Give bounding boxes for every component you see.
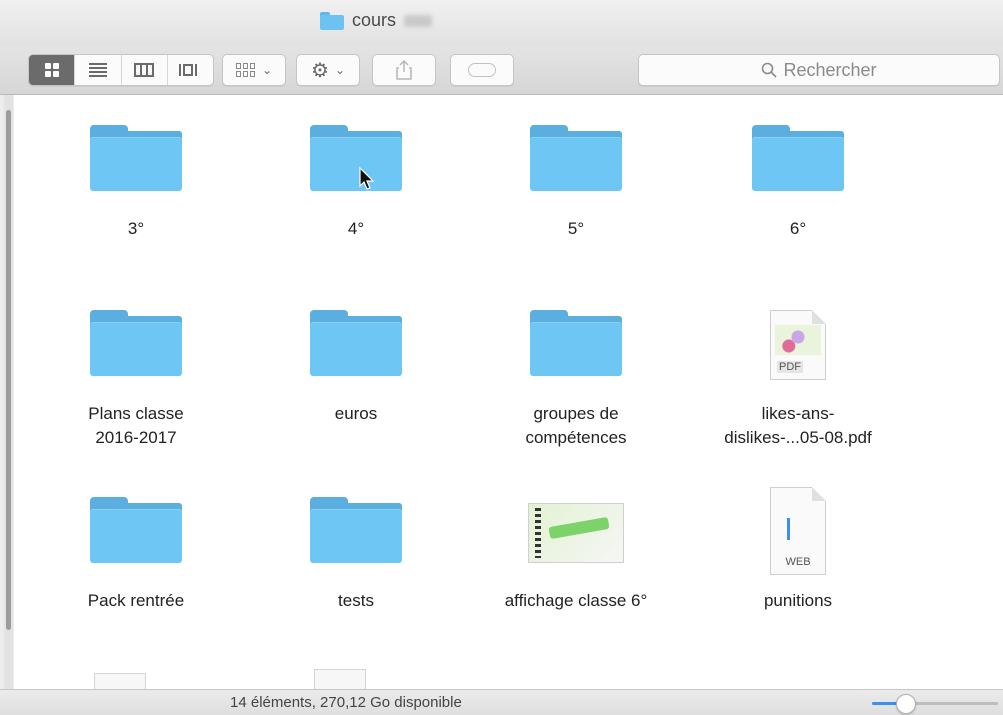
window-title-text: cours [352,10,397,30]
item-label: punitions [708,589,888,613]
web-file-item[interactable]: WEB punitions [708,487,888,613]
item-label: Plans classe 2016-2017 [46,402,226,450]
item-label: 3° [46,217,226,241]
item-label: groupes de compétences [486,402,666,450]
folder-icon [306,125,406,201]
cover-flow-icon [179,63,201,77]
folder-item[interactable]: euros [266,310,446,426]
item-label-line: dislikes-...05-08.pdf [724,428,872,447]
title-bar: cours [0,0,1003,46]
item-label-line: Plans classe [88,404,184,423]
item-label-line: 5° [567,219,585,238]
item-label-line: punitions [763,591,833,610]
folder-item[interactable]: Plans classe 2016-2017 [46,310,226,450]
item-label-line: 2016-2017 [95,428,177,447]
arrange-button[interactable]: ⌄ [222,54,286,86]
columns-icon [134,63,155,77]
item-label-line: 3° [127,219,145,238]
item-label: likes-ans- dislikes-...05-08.pdf [708,402,888,450]
item-label: tests [266,589,446,613]
item-label-line: groupes de [533,404,619,423]
pdf-file-item[interactable]: PDF likes-ans- dislikes-...05-08.pdf [708,310,888,450]
folder-icon [86,310,186,386]
folder-item[interactable]: Pack rentrée [46,497,226,613]
cover-flow-button[interactable] [168,55,213,85]
item-label-line: euros [334,404,378,423]
folder-icon [748,125,848,201]
partial-file-icon[interactable] [94,673,146,689]
document-page: PDF [770,310,826,380]
mouse-cursor-icon [359,166,375,190]
share-icon [396,60,412,80]
folder-icon [86,125,186,201]
icon-view-button[interactable] [29,55,76,85]
redacted-text [404,14,433,27]
action-button[interactable]: ⚙ ⌄ [296,54,360,86]
folder-icon [86,497,186,573]
search-icon [762,62,778,78]
pdf-file-icon: PDF [748,310,848,386]
share-button[interactable] [372,54,436,86]
search-placeholder: Rechercher [783,59,877,80]
folder-item[interactable]: tests [266,497,446,613]
item-label-line: 4° [347,219,365,238]
folder-item[interactable]: 4° [266,125,446,241]
folder-item[interactable]: 6° [708,125,888,241]
scrollbar-thumb[interactable] [6,110,11,630]
item-label: 4° [266,217,446,241]
item-label: 6° [708,217,888,241]
chevron-down-icon: ⌄ [261,63,273,77]
pdf-thumbnail [775,325,821,355]
column-view-button[interactable] [122,55,168,85]
item-label-line: compétences [525,428,627,447]
gear-icon: ⚙ [311,59,329,82]
folder-item[interactable]: 5° [486,125,666,241]
item-label-line: likes-ans- [761,404,835,423]
finder-window: cours ⌄ ⚙ ⌄ Rechercher 3° 4° 5° 6° Plans… [0,0,1003,715]
image-file-item[interactable]: affichage classe 6° [486,497,666,613]
icon-size-slider-knob[interactable] [896,694,916,714]
folder-icon [320,11,344,30]
item-label-line: tests [338,591,374,610]
view-switcher [28,54,214,86]
partial-file-icon[interactable] [314,669,366,689]
file-grid: 3° 4° 5° 6° Plans classe 2016-2017 euros [14,95,1003,689]
item-label: Pack rentrée [46,589,226,613]
icon-grid-icon [44,63,59,77]
folder-item[interactable]: 3° [46,125,226,241]
status-text: 14 éléments, 270,12 Go disponible [230,694,462,711]
window-title: cours [320,10,433,31]
list-view-button[interactable] [75,55,122,85]
item-label-line: 6° [789,219,807,238]
item-label: euros [266,402,446,426]
item-label: 5° [486,217,666,241]
tag-icon [468,63,496,77]
search-field[interactable]: Rechercher [638,54,1000,86]
document-page: WEB [770,487,826,575]
web-file-icon: WEB [748,487,848,575]
folder-item[interactable]: groupes de compétences [486,310,666,450]
pdf-badge: PDF [777,361,803,373]
image-thumbnail [528,503,624,563]
web-badge: WEB [785,556,811,568]
item-label-line: Pack rentrée [87,591,185,610]
folder-icon [526,125,626,201]
status-bar: 14 éléments, 270,12 Go disponible [0,689,1003,715]
folder-icon [306,310,406,386]
folder-icon [526,310,626,386]
arrange-icon [235,63,256,77]
image-file-icon [526,497,626,573]
tag-button[interactable] [450,54,514,86]
toolbar: ⌄ ⚙ ⌄ Rechercher [0,46,1003,95]
item-label: affichage classe 6° [486,589,666,613]
chevron-down-icon: ⌄ [334,63,345,77]
list-icon [88,63,107,77]
item-label-line: affichage classe 6° [504,591,648,610]
folder-icon [306,497,406,573]
